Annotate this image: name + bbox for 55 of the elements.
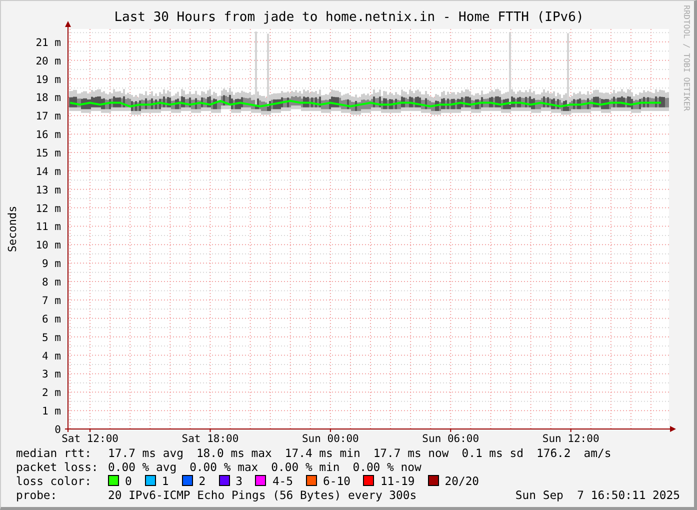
y-tick-label: 10 m xyxy=(36,240,61,252)
y-tick-label: 9 m xyxy=(42,258,61,270)
legend-label: packet loss: xyxy=(16,460,100,474)
credit-text: RRDTOOL / TOBI OETIKER xyxy=(682,5,691,111)
y-tick-label: 5 m xyxy=(42,332,61,344)
y-tick-label: 20 m xyxy=(36,55,61,68)
y-tick-label: 0 xyxy=(54,424,61,436)
legend-value: 6-10 xyxy=(323,474,350,488)
legend-value: 11-19 xyxy=(380,474,415,488)
y-tick-label: 21 m xyxy=(36,36,61,49)
legend-value: 0.00 % max xyxy=(190,460,258,474)
y-tick-label: 6 m xyxy=(42,313,61,326)
y-tick-label: 3 m xyxy=(42,368,61,381)
y-axis-label: Seconds xyxy=(6,206,19,252)
y-tick-label: 14 m xyxy=(36,166,61,178)
legend-value: 17.7 ms avg xyxy=(108,446,184,460)
legend-value: 3 xyxy=(236,474,242,488)
x-tick-label: Sun 00:00 xyxy=(302,433,359,445)
legend-value: am/s xyxy=(584,446,612,460)
y-tick-label: 18 m xyxy=(36,92,61,104)
y-tick-label: 17 m xyxy=(36,110,61,123)
legend-value: 1 xyxy=(162,474,169,488)
chart-title: Last 30 Hours from jade to home.netnix.in - Home FTTH (IPv6) xyxy=(114,10,584,25)
probe-description: 20 IPv6-ICMP Echo Pings (56 Bytes) every 300s xyxy=(108,488,417,502)
y-tick-label: 16 m xyxy=(36,129,61,142)
y-tick-label: 2 m xyxy=(42,387,61,400)
y-tick-label: 13 m xyxy=(36,184,61,196)
legend-value: 2 xyxy=(198,474,206,488)
y-tick-label: 12 m xyxy=(36,202,61,215)
legend-value: 17.7 ms now xyxy=(373,446,449,460)
y-tick-label: 8 m xyxy=(42,276,61,289)
y-tick-label: 7 m xyxy=(42,294,61,307)
y-tick-label: 15 m xyxy=(36,148,61,160)
legend-value: 0.00 % now xyxy=(352,460,422,474)
timestamp: Sun Sep 7 16:50:11 2025 xyxy=(515,488,680,502)
legend-value: 0.00 % avg xyxy=(108,460,177,474)
legend-value: 18.0 ms max xyxy=(196,446,272,460)
legend-label: loss color: xyxy=(16,474,92,488)
legend-value: 17.4 ms min xyxy=(284,446,360,460)
legend-value: 176.2 xyxy=(536,446,571,460)
legend-label: probe: xyxy=(16,488,58,502)
y-tick-label: 1 m xyxy=(42,406,61,418)
legend-value: 0 xyxy=(125,474,132,488)
legend-label: median rtt: xyxy=(16,446,92,460)
legend-value: 4-5 xyxy=(272,474,294,488)
y-tick-label: 11 m xyxy=(36,221,61,234)
legend-value: 20/20 xyxy=(444,474,480,488)
y-tick-label: 19 m xyxy=(36,74,61,86)
x-tick-label: Sun 06:00 xyxy=(422,433,480,445)
legend-value: 0.1 ms sd xyxy=(462,446,524,460)
x-tick-label: Sat 12:00 xyxy=(62,433,118,445)
x-tick-label: Sun 12:00 xyxy=(542,433,600,445)
y-tick-label: 4 m xyxy=(42,350,61,362)
legend-value: 0.00 % min xyxy=(271,460,340,474)
x-tick-label: Sat 18:00 xyxy=(182,433,239,445)
